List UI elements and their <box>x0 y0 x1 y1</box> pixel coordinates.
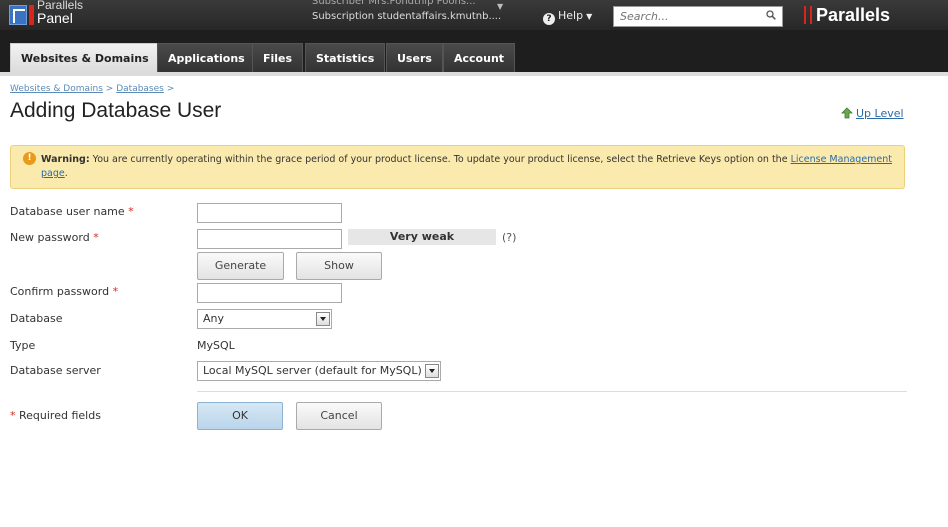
help-label: Help <box>558 9 584 22</box>
warning-message: Warning: You are currently operating wit… <box>41 153 896 181</box>
tab-websites-domains[interactable]: Websites & Domains <box>10 43 160 72</box>
up-level-link[interactable]: Up Level <box>841 107 904 120</box>
db-user-name-input[interactable] <box>197 203 342 223</box>
required-marker: * <box>128 205 134 218</box>
main-tabs: Websites & Domains Applications Files St… <box>0 30 948 74</box>
breadcrumb-separator: > <box>166 84 175 94</box>
tab-applications[interactable]: Applications <box>157 43 256 72</box>
help-icon: ? <box>543 13 555 25</box>
breadcrumb-websites-domains[interactable]: Websites & Domains <box>10 84 103 94</box>
required-fields-text: Required fields <box>19 409 101 422</box>
brand-bars-icon <box>804 6 812 24</box>
up-arrow-icon <box>841 107 853 119</box>
panel-logo-icon <box>9 5 27 25</box>
required-fields-note: * Required fields <box>10 409 101 422</box>
database-label: Database <box>10 312 63 325</box>
new-password-label-text: New password <box>10 231 90 244</box>
warning-end: . <box>64 168 68 179</box>
new-password-input[interactable] <box>197 229 342 249</box>
page-title: Adding Database User <box>10 99 222 122</box>
tab-statistics[interactable]: Statistics <box>305 43 386 72</box>
password-strength-help[interactable]: (?) <box>502 231 516 244</box>
up-level-label: Up Level <box>856 107 904 120</box>
tab-files[interactable]: Files <box>252 43 304 72</box>
dropdown-arrow-icon <box>425 364 439 378</box>
password-strength-meter: Very weak <box>348 229 496 245</box>
search-input[interactable] <box>614 7 759 26</box>
subscription-text: Subscription studentaffairs.kmutnb.... <box>312 11 502 22</box>
search-icon[interactable] <box>766 10 776 20</box>
generate-button[interactable]: Generate <box>197 252 284 280</box>
cancel-button[interactable]: Cancel <box>296 402 382 430</box>
new-password-label: New password * <box>10 231 99 244</box>
breadcrumb-databases[interactable]: Databases <box>116 84 164 94</box>
chevron-down-icon: ▼ <box>497 2 504 11</box>
ok-button[interactable]: OK <box>197 402 283 430</box>
db-server-select[interactable]: Local MySQL server (default for MySQL) <box>197 361 441 381</box>
breadcrumb: Websites & Domains > Databases > <box>10 84 174 94</box>
tab-users[interactable]: Users <box>386 43 443 72</box>
parallels-panel-logo[interactable]: Parallels Panel <box>9 0 97 28</box>
dropdown-arrow-icon <box>316 312 330 326</box>
db-server-select-value: Local MySQL server (default for MySQL) <box>203 364 422 377</box>
required-marker: * <box>10 409 16 422</box>
tab-underline <box>0 72 948 76</box>
license-warning: ! Warning: You are currently operating w… <box>10 145 905 189</box>
confirm-password-input[interactable] <box>197 283 342 303</box>
logo-bar <box>29 5 34 25</box>
db-user-name-label-text: Database user name <box>10 205 125 218</box>
help-menu[interactable]: ? Help ▼ <box>543 9 592 25</box>
chevron-down-icon: ▼ <box>586 12 593 21</box>
required-marker: * <box>112 285 119 298</box>
type-label: Type <box>10 339 36 352</box>
show-button[interactable]: Show <box>296 252 382 280</box>
type-value: MySQL <box>197 339 235 352</box>
warning-text: You are currently operating within the g… <box>92 154 788 165</box>
database-select-value: Any <box>203 312 225 325</box>
db-user-name-label: Database user name * <box>10 205 134 218</box>
brand-text: Parallels <box>816 5 891 25</box>
warning-title: Warning: <box>41 154 90 165</box>
subscriber-text: Subscriber Mrs.Pondthip Poons... <box>312 0 476 7</box>
form-divider <box>197 391 907 392</box>
db-server-label: Database server <box>10 364 101 377</box>
required-marker: * <box>93 231 99 244</box>
tab-account[interactable]: Account <box>443 43 516 72</box>
warning-icon: ! <box>23 152 36 165</box>
confirm-password-label-text: Confirm password <box>10 285 110 298</box>
confirm-password-label: Confirm password * <box>10 285 118 298</box>
logo-text-line2: Panel <box>37 10 73 26</box>
breadcrumb-separator: > <box>105 84 114 94</box>
search-box <box>613 6 783 27</box>
database-select[interactable]: Any <box>197 309 332 329</box>
